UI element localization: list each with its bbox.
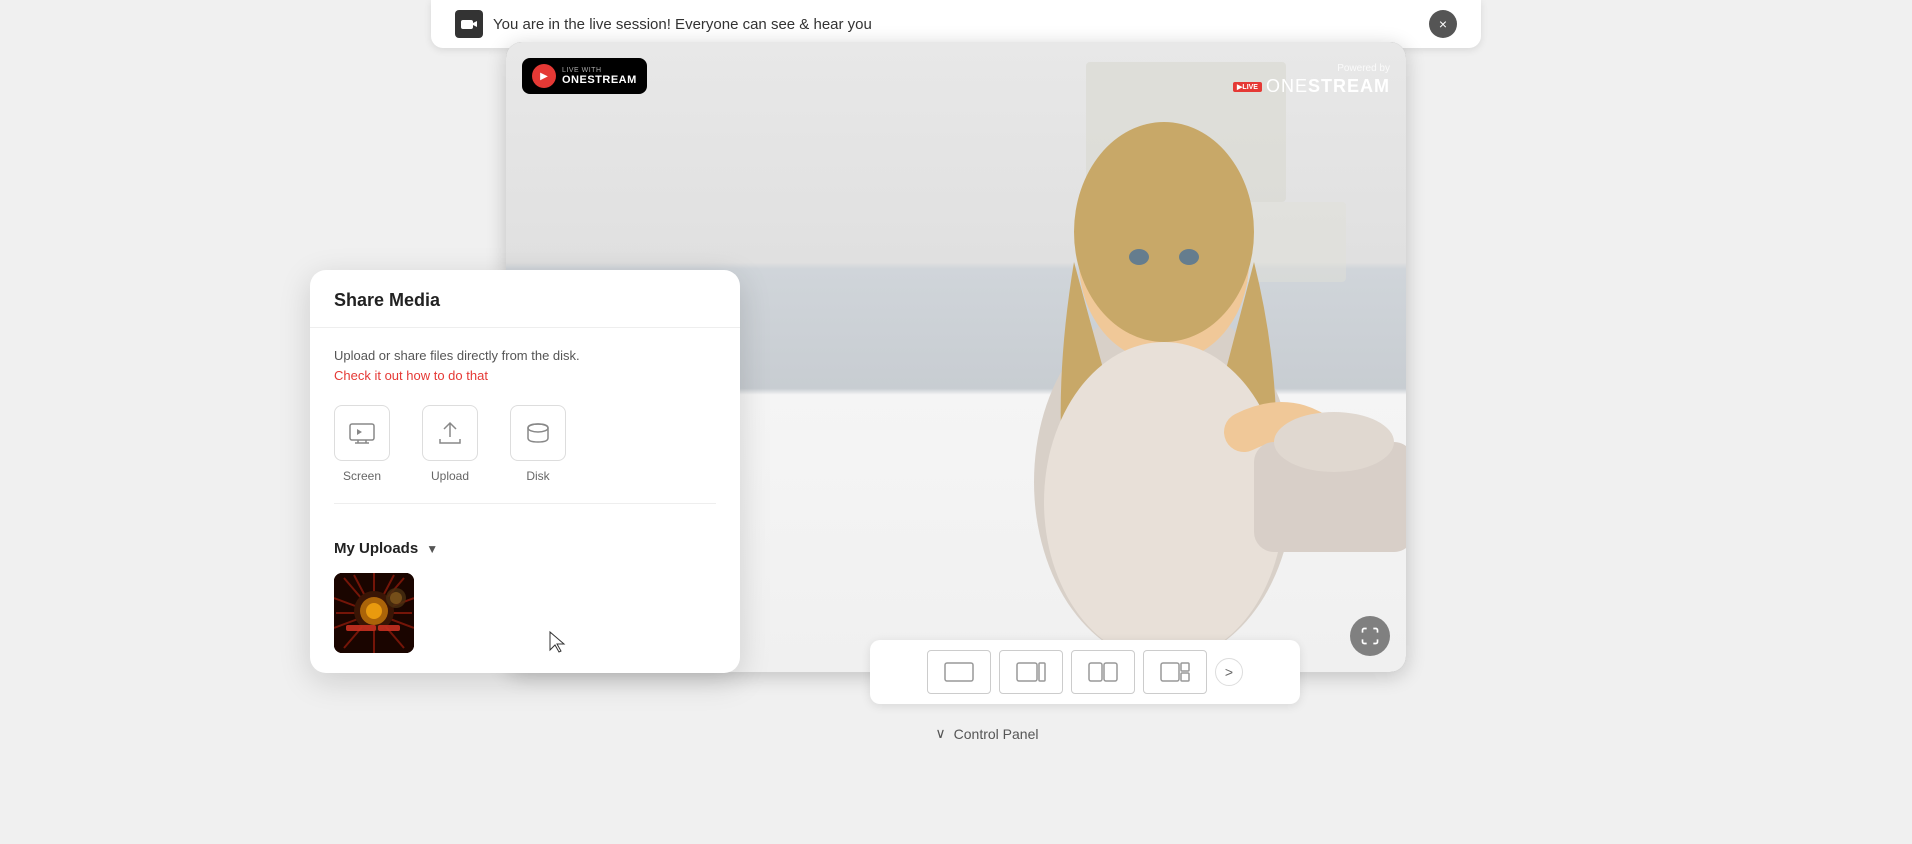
onestream-logo: ▶ LIVE WITH ONESTREAM (522, 58, 647, 94)
upload-label: Upload (431, 469, 469, 483)
notification-close-button[interactable]: × (1429, 10, 1457, 38)
notification-text: You are in the live session! Everyone ca… (493, 16, 872, 33)
thumbnail-image (334, 573, 414, 653)
control-panel-button[interactable]: ∨ Control Panel (935, 725, 1038, 742)
screen-icon (334, 405, 390, 461)
screen-share-option[interactable]: Screen (334, 405, 390, 483)
upload-icon (422, 405, 478, 461)
my-uploads-chevron: ▼ (426, 542, 438, 556)
uploads-grid (334, 573, 716, 653)
panel-title: Share Media (334, 290, 440, 310)
panel-body: Upload or share files directly from the … (310, 328, 740, 524)
upload-option[interactable]: Upload (422, 405, 478, 483)
disk-icon (510, 405, 566, 461)
layouts-next-button[interactable]: > (1215, 658, 1243, 686)
panel-description: Upload or share files directly from the … (334, 348, 716, 363)
layout-pip[interactable] (999, 650, 1063, 694)
notification-bar: You are in the live session! Everyone ca… (431, 0, 1481, 48)
video-content (904, 82, 1406, 672)
chevron-down-icon: ∨ (935, 725, 945, 742)
logo-text: LIVE WITH ONESTREAM (562, 67, 637, 86)
disk-label: Disk (526, 469, 549, 483)
powered-by-badge: Powered by ▶LIVE ONESTREAM (1233, 58, 1390, 97)
powered-onestream-logo: ▶LIVE ONESTREAM (1233, 76, 1390, 97)
layout-three-panel[interactable] (1143, 650, 1207, 694)
camera-icon (455, 10, 483, 38)
my-uploads-title: My Uploads (334, 540, 418, 557)
disk-option[interactable]: Disk (510, 405, 566, 483)
control-panel-label: Control Panel (954, 726, 1039, 742)
share-media-panel: Share Media Upload or share files direct… (310, 270, 740, 673)
fullscreen-button[interactable] (1350, 616, 1390, 656)
share-options: Screen Upload (334, 405, 716, 504)
layout-side-by-side[interactable] (1071, 650, 1135, 694)
screen-label: Screen (343, 469, 381, 483)
my-uploads-section: My Uploads ▼ (310, 524, 740, 673)
panel-header: Share Media (310, 270, 740, 328)
notification-content: You are in the live session! Everyone ca… (455, 10, 872, 38)
logo-play-icon: ▶ (532, 64, 556, 88)
panel-help-link[interactable]: Check it out how to do that (334, 368, 488, 383)
layout-single[interactable] (927, 650, 991, 694)
my-uploads-header[interactable]: My Uploads ▼ (334, 540, 716, 557)
upload-thumbnail[interactable] (334, 573, 414, 653)
layouts-bar: > (870, 640, 1300, 704)
